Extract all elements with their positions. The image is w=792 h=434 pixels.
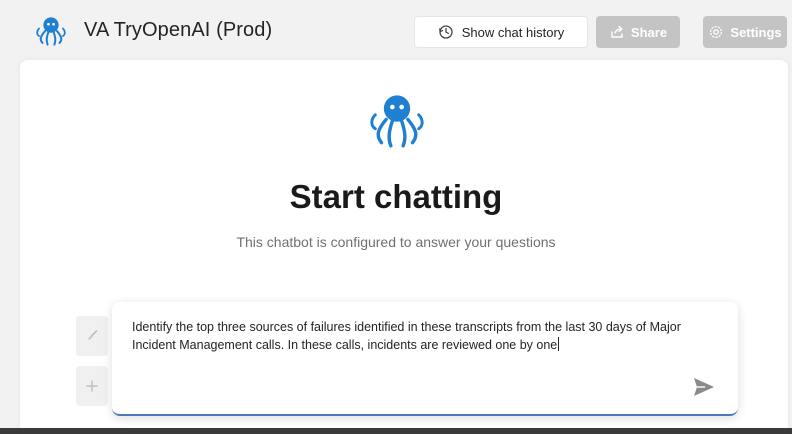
chat-input[interactable]: Identify the top three sources of failur… (132, 318, 722, 354)
app-window: VA TryOpenAI (Prod) Show chat history Sh… (0, 0, 792, 434)
show-chat-history-label: Show chat history (461, 24, 565, 40)
start-chatting-heading: Start chatting (289, 178, 503, 215)
text-caret (558, 337, 560, 351)
plus-icon (86, 380, 98, 392)
clock-history-icon (438, 25, 453, 39)
gear-icon (710, 25, 723, 39)
octopus-logo-icon (36, 17, 66, 46)
show-chat-history-button[interactable]: Show chat history (414, 16, 588, 48)
chat-composer: Identify the top three sources of failur… (112, 302, 738, 416)
app-title: VA TryOpenAI (Prod) (84, 19, 273, 41)
new-chat-button[interactable] (76, 366, 108, 406)
share-icon (611, 25, 623, 38)
chatbot-description: This chatbot is configured to answer you… (236, 234, 556, 250)
settings-button[interactable]: Settings (703, 16, 787, 48)
send-button[interactable] (690, 374, 718, 400)
send-icon (694, 378, 714, 396)
chat-input-text: Identify the top three sources of failur… (132, 320, 681, 352)
taskbar-edge (0, 428, 792, 434)
settings-label: Settings (730, 24, 782, 40)
share-button[interactable]: Share (596, 16, 680, 48)
broom-icon (88, 330, 98, 340)
header: VA TryOpenAI (Prod) Show chat history Sh… (0, 0, 792, 62)
octopus-logo-icon (370, 95, 424, 148)
share-label: Share (630, 24, 668, 40)
clear-chat-button[interactable] (76, 316, 108, 356)
